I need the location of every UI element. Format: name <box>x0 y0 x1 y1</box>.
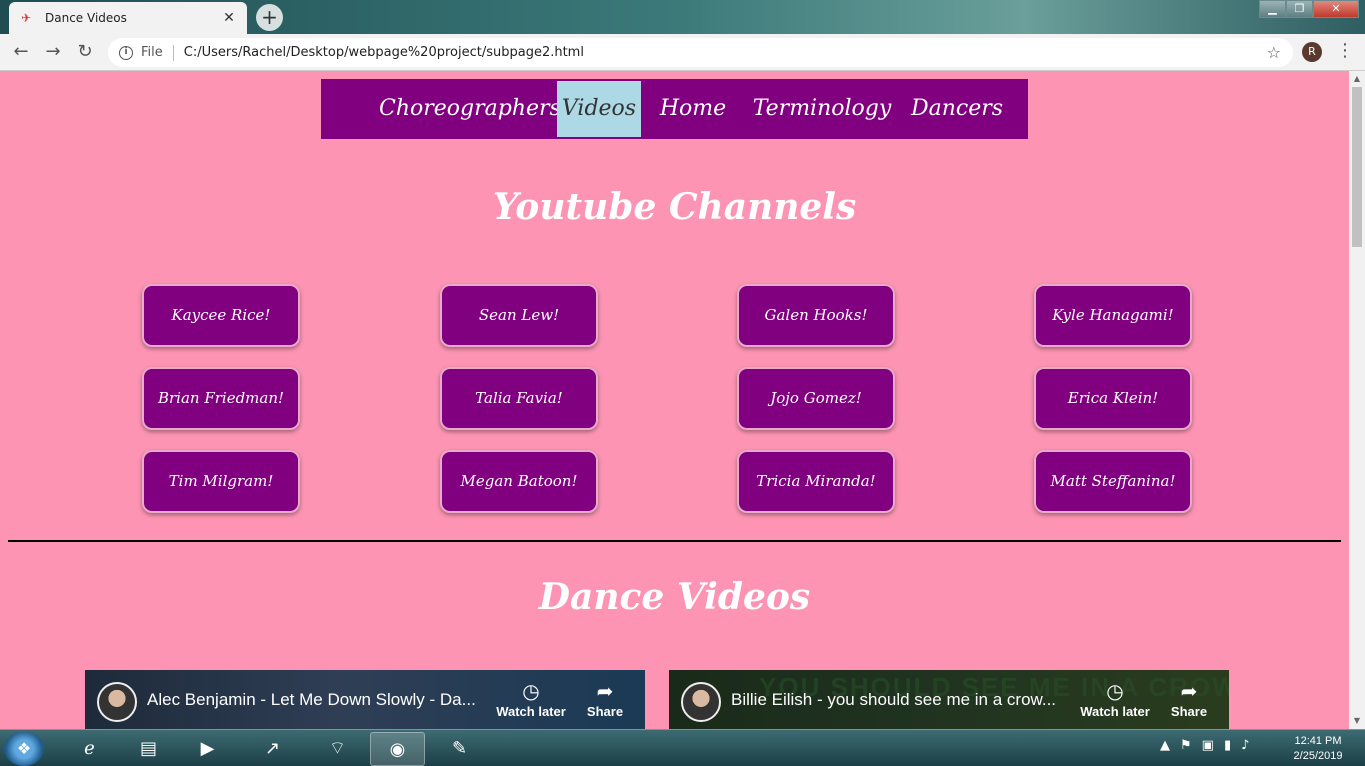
watch-later-button[interactable]: ◷ Watch later <box>491 680 571 719</box>
site-nav: Choreographers Videos Home Terminology D… <box>321 79 1028 139</box>
channel-button[interactable]: Matt Steffanina! <box>1034 450 1192 513</box>
dance-videos-heading: Dance Videos <box>538 576 811 618</box>
back-icon[interactable]: ← <box>5 36 37 68</box>
window-controls: ▁ ❐ ✕ <box>1259 0 1359 18</box>
info-icon[interactable]: i <box>119 45 133 60</box>
scroll-thumb[interactable] <box>1352 87 1362 247</box>
share-icon: ➦ <box>596 681 614 703</box>
share-icon: ➦ <box>1180 681 1198 703</box>
page-content: Choreographers Videos Home Terminology D… <box>0 71 1349 729</box>
share-button[interactable]: ➦ Share <box>565 680 645 719</box>
clock-icon: ◷ <box>1106 681 1124 703</box>
url-text[interactable]: C:/Users/Rachel/Desktop/webpage%20projec… <box>184 45 584 60</box>
channel-avatar[interactable] <box>681 682 721 722</box>
volume-icon[interactable]: ♪ <box>1241 738 1249 753</box>
wifi-app-icon[interactable]: ⌔ <box>310 732 365 766</box>
tab-close-icon[interactable]: ✕ <box>219 8 239 28</box>
nav-item-videos[interactable]: Videos <box>557 81 641 137</box>
channel-button[interactable]: Brian Friedman! <box>142 367 300 430</box>
channel-button[interactable]: Megan Batoon! <box>440 450 598 513</box>
watch-later-label: Watch later <box>496 704 566 719</box>
system-clock[interactable]: 12:41 PM 2/25/2019 <box>1282 734 1354 764</box>
notepad-icon[interactable]: ✎ <box>432 732 487 766</box>
share-label: Share <box>1170 704 1208 719</box>
channel-button[interactable]: Tim Milgram! <box>142 450 300 513</box>
device-icon[interactable]: ▣ <box>1202 738 1214 753</box>
chart-app-icon[interactable]: ↗ <box>245 732 300 766</box>
forward-icon[interactable]: → <box>37 36 69 68</box>
channel-button[interactable]: Galen Hooks! <box>737 284 895 347</box>
tab-dance-videos[interactable]: ✈ Dance Videos ✕ <box>9 2 247 34</box>
media-player-icon[interactable]: ▶ <box>180 732 235 766</box>
chrome-icon[interactable]: ◉ <box>370 732 425 766</box>
nav-item-dancers[interactable]: Dancers <box>899 81 1015 137</box>
menu-icon[interactable]: ⋮ <box>1336 40 1354 61</box>
new-tab-button[interactable]: + <box>256 4 283 31</box>
browser-titlebar: ✈ Dance Videos ✕ + ▁ ❐ ✕ <box>0 0 1365 34</box>
nav-item-choreographers[interactable]: Choreographers <box>379 81 561 137</box>
share-label: Share <box>586 704 624 719</box>
video-embed[interactable]: Alec Benjamin - Let Me Down Slowly - Da.… <box>85 670 645 729</box>
close-window-button[interactable]: ✕ <box>1313 0 1359 18</box>
page-scrollbar[interactable]: ▲ ▼ <box>1349 71 1365 729</box>
action-center-icon[interactable]: ⚑ <box>1180 738 1192 753</box>
youtube-channels-heading: Youtube Channels <box>492 186 857 228</box>
start-button[interactable]: ❖ <box>4 732 44 766</box>
channel-button[interactable]: Kaycee Rice! <box>142 284 300 347</box>
video-title[interactable]: Billie Eilish - you should see me in a c… <box>731 690 1071 710</box>
internet-explorer-icon[interactable]: ℯ <box>62 732 117 766</box>
channel-button[interactable]: Tricia Miranda! <box>737 450 895 513</box>
share-button[interactable]: ➦ Share <box>1149 680 1229 719</box>
channel-button[interactable]: Jojo Gomez! <box>737 367 895 430</box>
watch-later-button[interactable]: ◷ Watch later <box>1075 680 1155 719</box>
file-explorer-icon[interactable]: ▤ <box>121 732 176 766</box>
channel-button[interactable]: Erica Klein! <box>1034 367 1192 430</box>
address-bar[interactable]: i File C:/Users/Rachel/Desktop/webpage%2… <box>108 38 1293 67</box>
reload-icon[interactable]: ↻ <box>69 36 101 68</box>
show-hidden-icons-icon[interactable]: ▲ <box>1160 738 1170 753</box>
video-title[interactable]: Alec Benjamin - Let Me Down Slowly - Da.… <box>147 690 487 710</box>
address-separator <box>172 44 174 61</box>
section-divider <box>8 540 1341 542</box>
clock-date: 2/25/2019 <box>1293 750 1343 762</box>
nav-item-terminology[interactable]: Terminology <box>745 81 899 137</box>
channel-button[interactable]: Talia Favia! <box>440 367 598 430</box>
tab-title: Dance Videos <box>45 11 127 25</box>
channel-button[interactable]: Kyle Hanagami! <box>1034 284 1192 347</box>
star-icon[interactable]: ☆ <box>1267 43 1281 62</box>
browser-toolbar: ← → ↻ i File C:/Users/Rachel/Desktop/web… <box>0 34 1365 71</box>
channel-button[interactable]: Sean Lew! <box>440 284 598 347</box>
clock-time: 12:41 PM <box>1294 735 1342 747</box>
scroll-up-icon[interactable]: ▲ <box>1349 71 1365 87</box>
windows-taskbar: ❖ ℯ ▤ ▶ ↗ ⌔ ◉ ✎ ▲ ⚑ ▣ ▮ ♪ 12:41 PM 2/25/… <box>0 729 1365 766</box>
scroll-down-icon[interactable]: ▼ <box>1349 713 1365 729</box>
system-tray: ▲ ⚑ ▣ ▮ ♪ <box>1160 738 1249 753</box>
clock-icon: ◷ <box>522 681 540 703</box>
page-favicon-icon: ✈ <box>21 11 32 25</box>
network-icon[interactable]: ▮ <box>1224 738 1231 753</box>
profile-avatar[interactable]: R <box>1302 42 1322 62</box>
watch-later-label: Watch later <box>1080 704 1150 719</box>
minimize-button[interactable]: ▁ <box>1259 0 1286 18</box>
nav-item-home[interactable]: Home <box>641 81 745 137</box>
channel-avatar[interactable] <box>97 682 137 722</box>
file-label: File <box>141 45 163 60</box>
video-embed[interactable]: YOU SHOULD SEE ME IN A CROWN Billie Eili… <box>669 670 1229 729</box>
maximize-button[interactable]: ❐ <box>1286 0 1313 18</box>
